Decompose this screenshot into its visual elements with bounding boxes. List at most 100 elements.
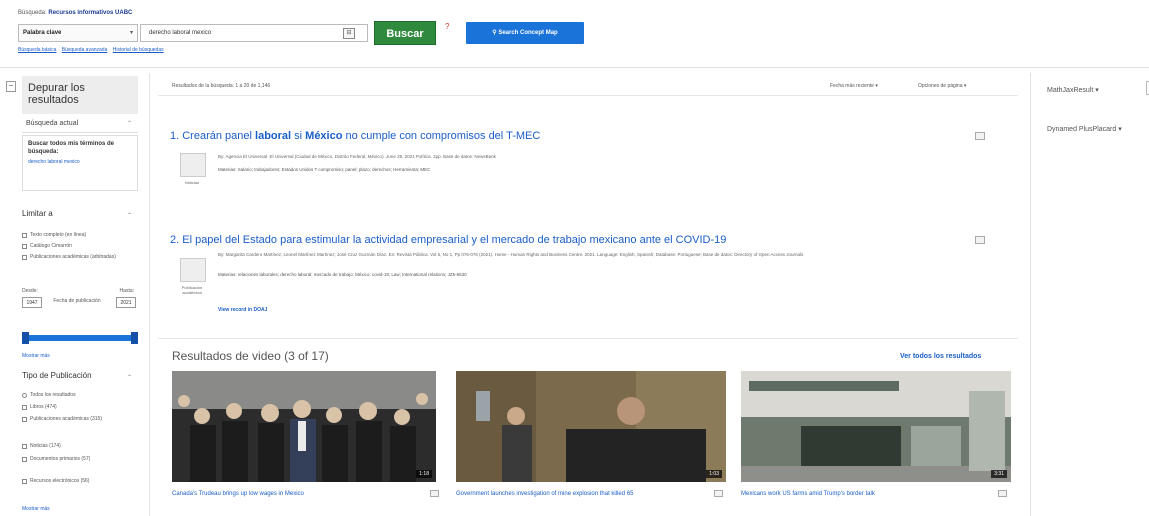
news-thumbnail-icon[interactable] xyxy=(180,153,206,177)
basic-search-link[interactable]: Búsqueda básica xyxy=(18,47,56,53)
view-all-videos-link[interactable]: Ver todos los resultados xyxy=(900,353,981,360)
checkbox-icon[interactable] xyxy=(22,444,27,449)
refine-sidebar: − Depurar los resultados Búsqueda actual… xyxy=(0,73,150,516)
video-duration: 1:03 xyxy=(706,470,722,478)
video-duration: 1:18 xyxy=(416,470,432,478)
result-number: 2. xyxy=(170,234,183,246)
video-caption-link[interactable]: Government launches investigation of min… xyxy=(456,490,706,498)
result-subjects: Materias: Salario; trabajadores; Estados… xyxy=(218,167,431,172)
radio-icon[interactable] xyxy=(22,393,27,398)
view-record-link[interactable]: View record in DOAJ xyxy=(218,307,267,313)
publication-type-header[interactable]: Tipo de Publicación ⌃ xyxy=(22,371,138,385)
result-title-link[interactable]: 1. Crearán panel laboral si México no cu… xyxy=(170,130,1020,143)
add-to-folder-icon[interactable] xyxy=(430,490,439,497)
current-search-label: Búsqueda actual xyxy=(26,120,79,127)
result-item: 1. Crearán panel laboral si México no cu… xyxy=(170,130,1020,200)
date-caption: Fecha de publicación xyxy=(53,298,101,304)
page-options-label: Opciones de página xyxy=(918,83,963,89)
video-caption-link[interactable]: Mexicans work US farms amid Trump's bord… xyxy=(741,490,991,498)
checkbox-icon[interactable] xyxy=(22,233,27,238)
show-more-link[interactable]: Mostrar más xyxy=(22,353,50,359)
date-range-filter: Desde: Hasta: 1947 2021 Fecha de publica… xyxy=(22,288,138,322)
checkbox-icon[interactable] xyxy=(22,479,27,484)
current-query-link[interactable]: derecho laboral mexico xyxy=(28,159,132,165)
pubtype-academic-checkbox[interactable]: Publicaciones académicas (315) xyxy=(22,416,134,423)
limit-catalog-checkbox[interactable]: Catálogo Cimarrón xyxy=(22,243,72,250)
sort-dropdown[interactable]: Fecha más reciente ▾ xyxy=(830,83,878,89)
checkbox-label: Texto completo (en línea) xyxy=(30,232,87,238)
date-to-input[interactable]: 2021 xyxy=(116,297,136,308)
video-thumbnail[interactable]: 1:03 xyxy=(456,371,726,482)
dynamed-widget-toggle[interactable]: Dynamed PlusPlacard ▾ xyxy=(1047,126,1127,134)
publication-type-label: Publicación académica xyxy=(181,285,203,295)
clear-search-icon[interactable]: ⊟ xyxy=(343,28,355,39)
checkbox-label: Recursos electrónicos (56) xyxy=(30,478,90,484)
search-input[interactable]: derecho laboral mexico xyxy=(140,24,368,42)
advanced-search-link[interactable]: Búsqueda avanzada xyxy=(62,47,108,53)
mathjax-widget-toggle[interactable]: MathJaxResult ▾ xyxy=(1047,87,1099,95)
page-options-dropdown[interactable]: Opciones de página ▾ xyxy=(918,83,966,89)
checkbox-icon[interactable] xyxy=(22,405,27,410)
collapse-caret-icon[interactable]: ⌃ xyxy=(127,212,132,219)
date-slider-max-handle[interactable] xyxy=(131,332,138,344)
add-to-folder-icon[interactable] xyxy=(998,490,1007,497)
video-frame-crowd xyxy=(172,371,436,482)
video-thumbnail[interactable]: 3:31 xyxy=(741,371,1011,482)
add-to-folder-icon[interactable] xyxy=(714,490,723,497)
collapse-caret-icon[interactable]: ⌃ xyxy=(127,120,132,127)
date-slider-min-handle[interactable] xyxy=(22,332,29,344)
checkbox-label: Publicaciones académicas (315) xyxy=(30,416,102,422)
pubtype-all-radio[interactable]: Todos los resultados xyxy=(22,392,76,399)
checkbox-icon[interactable] xyxy=(22,457,27,462)
concept-map-button[interactable]: ⚲ Search Concept Map xyxy=(466,22,584,44)
limit-academic-checkbox[interactable]: Publicaciones académicas (arbitradas) xyxy=(22,254,130,261)
video-thumbnail[interactable]: 1:18 xyxy=(172,371,436,482)
chevron-down-icon: ▾ xyxy=(1095,87,1099,94)
add-to-folder-icon[interactable] xyxy=(975,236,985,244)
pubtype-primary-docs-checkbox[interactable]: Documentos primarios (57) xyxy=(22,456,134,463)
widget-label: Dynamed PlusPlacard xyxy=(1047,126,1117,133)
results-toolbar: Resultados de la búsqueda: 1 a 20 de 1,1… xyxy=(158,78,1018,96)
search-button[interactable]: Buscar xyxy=(374,21,436,45)
video-duration: 3:31 xyxy=(991,470,1007,478)
journal-thumbnail-icon[interactable] xyxy=(180,258,206,282)
current-search-header[interactable]: Búsqueda actual ⌃ xyxy=(22,117,138,133)
result-title-link[interactable]: 2. El papel del Estado para estimular la… xyxy=(170,234,1020,247)
current-search-box: Buscar todos mis términos de búsqueda: d… xyxy=(22,135,138,191)
chevron-down-icon: ▾ xyxy=(963,83,967,89)
publication-type-label: Tipo de Publicación xyxy=(22,371,92,380)
search-history-link[interactable]: Historial de búsquedas xyxy=(113,47,164,53)
limit-fulltext-checkbox[interactable]: Texto completo (en línea) xyxy=(22,232,86,239)
title-part: no cumple con compromisos del T-MEC xyxy=(342,130,541,142)
collapse-sidebar-icon[interactable]: − xyxy=(6,81,16,92)
refine-title: Depurar los resultados xyxy=(28,82,85,106)
search-mode-links: Búsqueda básica Búsqueda avanzada Histor… xyxy=(18,47,168,53)
radio-label: Todos los resultados xyxy=(30,392,76,398)
show-more-link[interactable]: Mostrar más xyxy=(22,506,50,512)
title-part: Crearán panel xyxy=(182,130,256,142)
help-icon[interactable]: ? xyxy=(445,22,449,31)
title-part: si xyxy=(291,130,306,142)
widget-label: MathJaxResult xyxy=(1047,87,1094,94)
search-database-label: Búsqueda: Recursos informativos UABC xyxy=(18,10,132,16)
pubtype-news-checkbox[interactable]: Noticias (174) xyxy=(22,443,61,450)
search-field-select[interactable]: Palabra clave ▾ xyxy=(18,24,138,42)
pubtype-eresources-checkbox[interactable]: Recursos electrónicos (56) xyxy=(22,478,134,485)
checkbox-icon[interactable] xyxy=(22,255,27,260)
limit-to-header[interactable]: Limitar a ⌃ xyxy=(22,209,138,223)
date-from-label: Desde: xyxy=(22,288,38,294)
result-number: 1. xyxy=(170,130,183,142)
date-slider-track[interactable] xyxy=(24,335,136,341)
refine-header: Depurar los resultados xyxy=(22,76,138,114)
section-divider xyxy=(158,338,1018,339)
checkbox-icon[interactable] xyxy=(22,244,27,249)
database-name[interactable]: Recursos informativos UABC xyxy=(48,10,132,16)
date-from-input[interactable]: 1947 xyxy=(22,297,42,308)
checkbox-label: Documentos primarios (57) xyxy=(30,456,91,462)
pubtype-books-checkbox[interactable]: Libros (474) xyxy=(22,404,57,411)
collapse-caret-icon[interactable]: ⌃ xyxy=(127,374,132,381)
add-to-folder-icon[interactable] xyxy=(975,132,985,140)
video-caption-link[interactable]: Canada's Trudeau brings up low wages in … xyxy=(172,490,422,498)
search-all-terms-label: Buscar todos mis términos de búsqueda: xyxy=(28,141,115,155)
checkbox-icon[interactable] xyxy=(22,417,27,422)
